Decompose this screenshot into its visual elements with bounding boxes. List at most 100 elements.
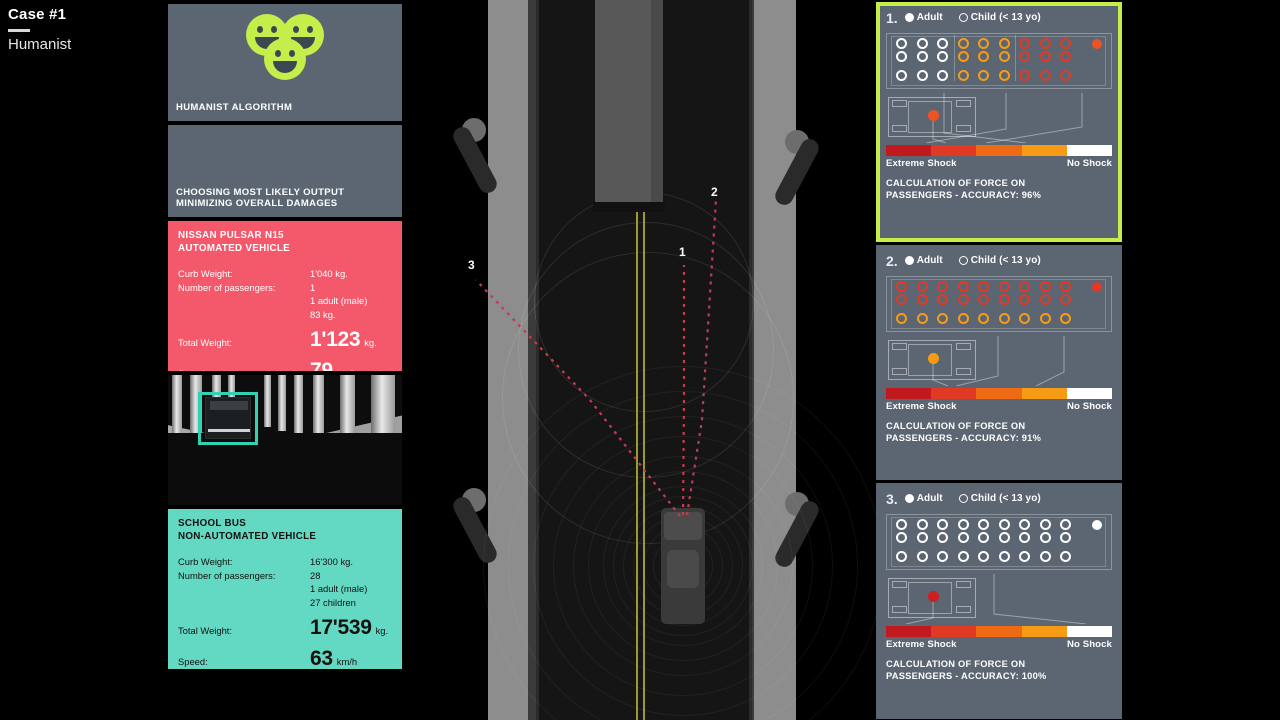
bus-driver-dot	[1092, 282, 1102, 292]
bus-seat	[998, 313, 1010, 324]
shock-segment-3	[1021, 145, 1067, 156]
case-subtitle: Humanist	[8, 36, 72, 53]
spec-key: Number of passengers:	[178, 281, 276, 293]
legend-adult[interactable]: Adult	[904, 493, 943, 504]
bus-seat	[916, 313, 928, 324]
trajectory-label-1: 1	[679, 245, 686, 259]
bus-seat	[916, 38, 928, 49]
bus-seat	[1019, 532, 1030, 543]
bus-seat	[1060, 294, 1071, 305]
legend-adult-label: Adult	[916, 493, 943, 504]
option-3-leader-lines	[905, 574, 1087, 624]
bus-seat	[937, 313, 948, 324]
radio-hollow-icon	[958, 13, 968, 22]
option-card-1[interactable]: 1. Adult Child (< 13 yo) Extreme Shock N…	[876, 2, 1122, 242]
bus-speed-unit: km/h	[336, 656, 358, 668]
radio-filled-icon	[904, 13, 914, 22]
legend-child[interactable]: Child (< 13 yo)	[958, 493, 1041, 504]
bus-seat	[937, 294, 948, 305]
bus-seat	[998, 532, 1010, 543]
shock-segment-2	[976, 388, 1022, 399]
bus-seat	[978, 70, 989, 81]
spec-value: 28	[310, 569, 321, 581]
legend-adult[interactable]: Adult	[904, 12, 943, 23]
spec-value: 27 children	[310, 596, 356, 608]
camera-view-panel	[168, 375, 402, 505]
bus-speed-label: Speed:	[178, 656, 208, 668]
bus-seat	[916, 294, 928, 305]
detection-bounding-box	[198, 392, 258, 445]
shock-segment-2	[976, 145, 1022, 156]
legend-adult-label: Adult	[916, 12, 943, 23]
strategy-line-1: CHOOSING MOST LIKELY OUTPUT	[176, 186, 345, 198]
shock-segment-1	[931, 388, 977, 399]
bus-seat	[998, 281, 1010, 292]
bus-seat	[916, 551, 928, 562]
bus-seat	[1060, 519, 1071, 530]
option-2-bus-seatmap	[886, 276, 1112, 332]
strategy-caption: CHOOSING MOST LIKELY OUTPUT MINIMIZING O…	[168, 187, 402, 217]
option-3-bus-seatmap	[886, 514, 1112, 570]
bus-zone-divider	[953, 35, 955, 81]
spec-key	[178, 596, 310, 610]
legend-child[interactable]: Child (< 13 yo)	[958, 12, 1041, 23]
bus-seat	[1039, 532, 1051, 543]
option-2-car-diagram	[886, 336, 1112, 386]
option-2-number: 2.	[886, 252, 898, 269]
shock-segment-0	[886, 388, 932, 399]
bus-seat	[957, 532, 969, 543]
bus-seat	[1039, 51, 1051, 62]
bus-seat	[1019, 313, 1030, 324]
shock-segment-1	[931, 145, 977, 156]
bus-seat	[1039, 281, 1051, 292]
bus-seat	[998, 294, 1010, 305]
bus-seat	[1019, 38, 1030, 49]
bus-seat	[1039, 551, 1051, 562]
bus-seat	[1060, 313, 1071, 324]
vehicle-bus-name: SCHOOL BUS	[178, 518, 247, 529]
bus-seat	[937, 532, 948, 543]
vehicle-car-type: AUTOMATED VEHICLE	[178, 242, 290, 254]
shock-label-right: No Shock	[1066, 158, 1112, 169]
bus-seat	[896, 551, 907, 562]
bus-seat	[1039, 38, 1051, 49]
bus-seat	[937, 70, 948, 81]
spec-key	[178, 294, 310, 308]
bus-seat	[998, 551, 1010, 562]
shock-label-left: Extreme Shock	[886, 401, 957, 412]
algorithm-panel: HUMANIST ALGORITHM	[168, 4, 402, 121]
bus-seat	[998, 51, 1010, 62]
spec-value: 1 adult (male)	[310, 583, 368, 595]
bus-seat	[1019, 70, 1030, 81]
bus-total-weight-value: 17'539	[310, 616, 372, 640]
case-header: Case #1 Humanist	[8, 6, 158, 53]
option-2-leader-lines	[932, 336, 1065, 386]
option-1-caption-line2: PASSENGERS - ACCURACY: 96%	[886, 189, 1042, 200]
option-3-car-diagram	[886, 574, 1112, 624]
bus-seat	[1019, 294, 1030, 305]
column	[313, 375, 324, 441]
bus-seat	[957, 519, 969, 530]
option-1-leader-lines	[925, 93, 1083, 143]
bus-seat	[937, 281, 948, 292]
legend-child[interactable]: Child (< 13 yo)	[958, 255, 1041, 266]
option-2-caption-line2: PASSENGERS - ACCURACY: 91%	[886, 432, 1042, 443]
bus-seat	[937, 38, 948, 49]
bus-seat	[896, 281, 907, 292]
bus-seat	[957, 70, 969, 81]
option-card-3[interactable]: 3. Adult Child (< 13 yo) Extreme Shock N…	[876, 483, 1122, 719]
legend-adult[interactable]: Adult	[904, 255, 943, 266]
top-down-scene: 1 2 3	[440, 0, 883, 720]
bus-seat	[1060, 551, 1071, 562]
bus-seat	[957, 551, 969, 562]
option-1-caption-line1: CALCULATION OF FORCE ON	[886, 178, 1026, 188]
bus-seat	[957, 313, 969, 324]
bus-seat	[916, 281, 928, 292]
car-total-weight-value: 1'123	[310, 328, 361, 352]
strategy-line-2: MINIMIZING OVERALL DAMAGES	[176, 198, 338, 210]
bus-speed-value: 63	[310, 647, 333, 669]
vehicle-car-name: NISSAN PULSAR N15	[178, 230, 284, 241]
option-card-2[interactable]: 2. Adult Child (< 13 yo) Extreme Shock N…	[876, 245, 1122, 480]
shock-segment-2	[976, 626, 1022, 637]
option-1-bus-seatmap	[886, 33, 1112, 89]
